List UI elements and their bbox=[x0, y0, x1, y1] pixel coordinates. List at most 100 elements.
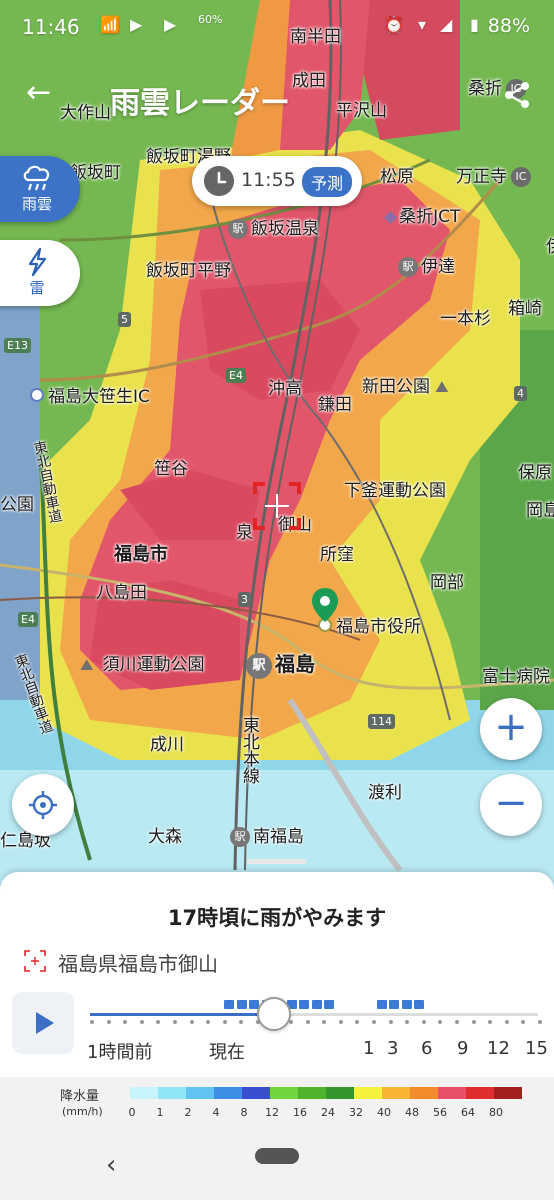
slider-tick bbox=[372, 1020, 376, 1024]
signal-icon: ◢ bbox=[440, 15, 453, 34]
ic-marker-icon bbox=[30, 388, 44, 402]
slider-label: 1 bbox=[363, 1038, 375, 1059]
place-label: 万正寺 IC bbox=[456, 162, 531, 187]
slider-tick bbox=[472, 1020, 476, 1024]
route-shield: 114 bbox=[368, 714, 395, 729]
home-pill[interactable] bbox=[255, 1148, 299, 1164]
legend-value: 40 bbox=[377, 1106, 391, 1119]
clock-icon bbox=[204, 166, 234, 196]
legend-swatch bbox=[382, 1087, 410, 1099]
slider-tick bbox=[322, 1020, 326, 1024]
nav-back-icon[interactable]: ‹ bbox=[106, 1150, 116, 1180]
legend-value: 12 bbox=[265, 1106, 279, 1119]
place-label: ⛰ 須川運動公園 bbox=[80, 650, 205, 675]
legend-value: 48 bbox=[405, 1106, 419, 1119]
zoom-in-button[interactable]: + bbox=[480, 698, 542, 760]
legend-swatch bbox=[494, 1087, 522, 1099]
status-time: 11:46 bbox=[22, 15, 80, 39]
wifi-icon: ▾ bbox=[418, 15, 427, 34]
station-label[interactable]: 駅南福島 bbox=[230, 822, 304, 847]
legend-value: 0 bbox=[128, 1106, 136, 1119]
legend-swatch bbox=[298, 1087, 326, 1099]
forecast-time-chip[interactable]: 11:55 予測 bbox=[192, 156, 362, 206]
slider-label: 9 bbox=[457, 1038, 469, 1059]
train-station-icon: 駅 bbox=[398, 257, 418, 277]
legend-swatch bbox=[158, 1087, 186, 1099]
rain-block bbox=[299, 1000, 309, 1009]
route-shield: 5 bbox=[118, 312, 131, 327]
slider-label: 6 bbox=[421, 1038, 433, 1059]
slider-tick bbox=[538, 1020, 542, 1024]
alarm-icon: ⏰ bbox=[384, 15, 404, 34]
slider-tick bbox=[505, 1020, 509, 1024]
slider-tick bbox=[389, 1020, 393, 1024]
slider-knob[interactable] bbox=[257, 997, 291, 1031]
weather-notification-icon: 60% bbox=[198, 13, 222, 26]
slider-tick bbox=[355, 1020, 359, 1024]
place-label: 八島田 bbox=[96, 583, 147, 603]
target-location-icon bbox=[24, 950, 46, 972]
wifi-calling-icon: 📶 bbox=[100, 15, 120, 34]
slider-tick bbox=[140, 1020, 144, 1024]
sheet-drag-handle[interactable] bbox=[247, 859, 307, 864]
train-station-icon: 駅 bbox=[230, 827, 250, 847]
slider-tick bbox=[173, 1020, 177, 1024]
train-station-icon: 駅 bbox=[246, 653, 272, 679]
junction-icon: ◆ bbox=[384, 207, 398, 227]
station-label[interactable]: 駅伊達 bbox=[398, 252, 455, 277]
legend-value: 64 bbox=[461, 1106, 475, 1119]
place-label: 岡島 bbox=[526, 501, 554, 521]
place-label: 保原 bbox=[518, 463, 552, 483]
slider-tick bbox=[339, 1020, 343, 1024]
status-bar: 11:46 📶 ▶ ▶ 60% ⏰ ▾ ◢ ▮ 88% bbox=[0, 0, 554, 52]
place-label: 成川 bbox=[150, 735, 184, 755]
play-button[interactable] bbox=[12, 992, 74, 1054]
lightning-icon bbox=[28, 247, 47, 277]
route-shield: E13 bbox=[4, 338, 31, 353]
current-location-button[interactable] bbox=[12, 774, 74, 836]
zoom-out-button[interactable]: − bbox=[480, 774, 542, 836]
minus-icon: − bbox=[494, 780, 528, 826]
share-icon[interactable] bbox=[502, 80, 532, 110]
legend-title: 降水量 bbox=[60, 1089, 100, 1104]
legend-value: 24 bbox=[321, 1106, 335, 1119]
rain-cloud-layer-label: 雨雲 bbox=[21, 195, 52, 213]
app-header: ← 雨雲レーダー bbox=[0, 52, 554, 142]
slider-tick bbox=[190, 1020, 194, 1024]
interchange-icon: IC bbox=[511, 167, 531, 187]
legend-value: 32 bbox=[349, 1106, 363, 1119]
slider-label: 15 bbox=[525, 1038, 548, 1059]
page-title: 雨雲レーダー bbox=[110, 86, 290, 121]
rain-block bbox=[224, 1000, 234, 1009]
legend-swatch bbox=[438, 1087, 466, 1099]
slider-tick bbox=[422, 1020, 426, 1024]
place-label: 公園 bbox=[0, 495, 34, 515]
thunder-layer-button[interactable]: 雷 bbox=[0, 240, 80, 306]
slider-tick bbox=[488, 1020, 492, 1024]
slider-tick bbox=[239, 1020, 243, 1024]
rain-block bbox=[414, 1000, 424, 1009]
place-label: 伊 bbox=[546, 232, 554, 257]
route-shield: 4 bbox=[514, 386, 527, 401]
place-label: 鎌田 bbox=[318, 395, 352, 415]
place-label: 大森 bbox=[148, 827, 182, 847]
route-shield: E4 bbox=[226, 368, 246, 383]
crosshair-icon bbox=[253, 482, 301, 530]
place-label: 沖高 bbox=[268, 379, 302, 399]
legend-value: 1 bbox=[156, 1106, 164, 1119]
slider-tick bbox=[405, 1020, 409, 1024]
place-label: 一本杉 bbox=[440, 309, 491, 329]
route-shield: E4 bbox=[18, 612, 38, 627]
rain-cloud-layer-button[interactable]: 雨雲 bbox=[0, 156, 80, 222]
forecast-badge: 予測 bbox=[301, 167, 352, 197]
place-name: 新田公園 bbox=[362, 377, 430, 397]
slider-label: 現在 bbox=[209, 1042, 245, 1063]
arrow-back-icon[interactable]: ← bbox=[26, 78, 51, 108]
station-label[interactable]: 駅飯坂温泉 bbox=[228, 214, 319, 239]
notification-percent: 60% bbox=[198, 13, 223, 26]
time-slider[interactable]: 1時間前 現在 1 3 6 9 12 15 bbox=[87, 992, 548, 1072]
station-label[interactable]: 駅福島 bbox=[246, 648, 315, 679]
slider-label: 1時間前 bbox=[87, 1042, 153, 1063]
legend-swatch bbox=[410, 1087, 438, 1099]
location-pin-icon[interactable] bbox=[310, 586, 340, 630]
